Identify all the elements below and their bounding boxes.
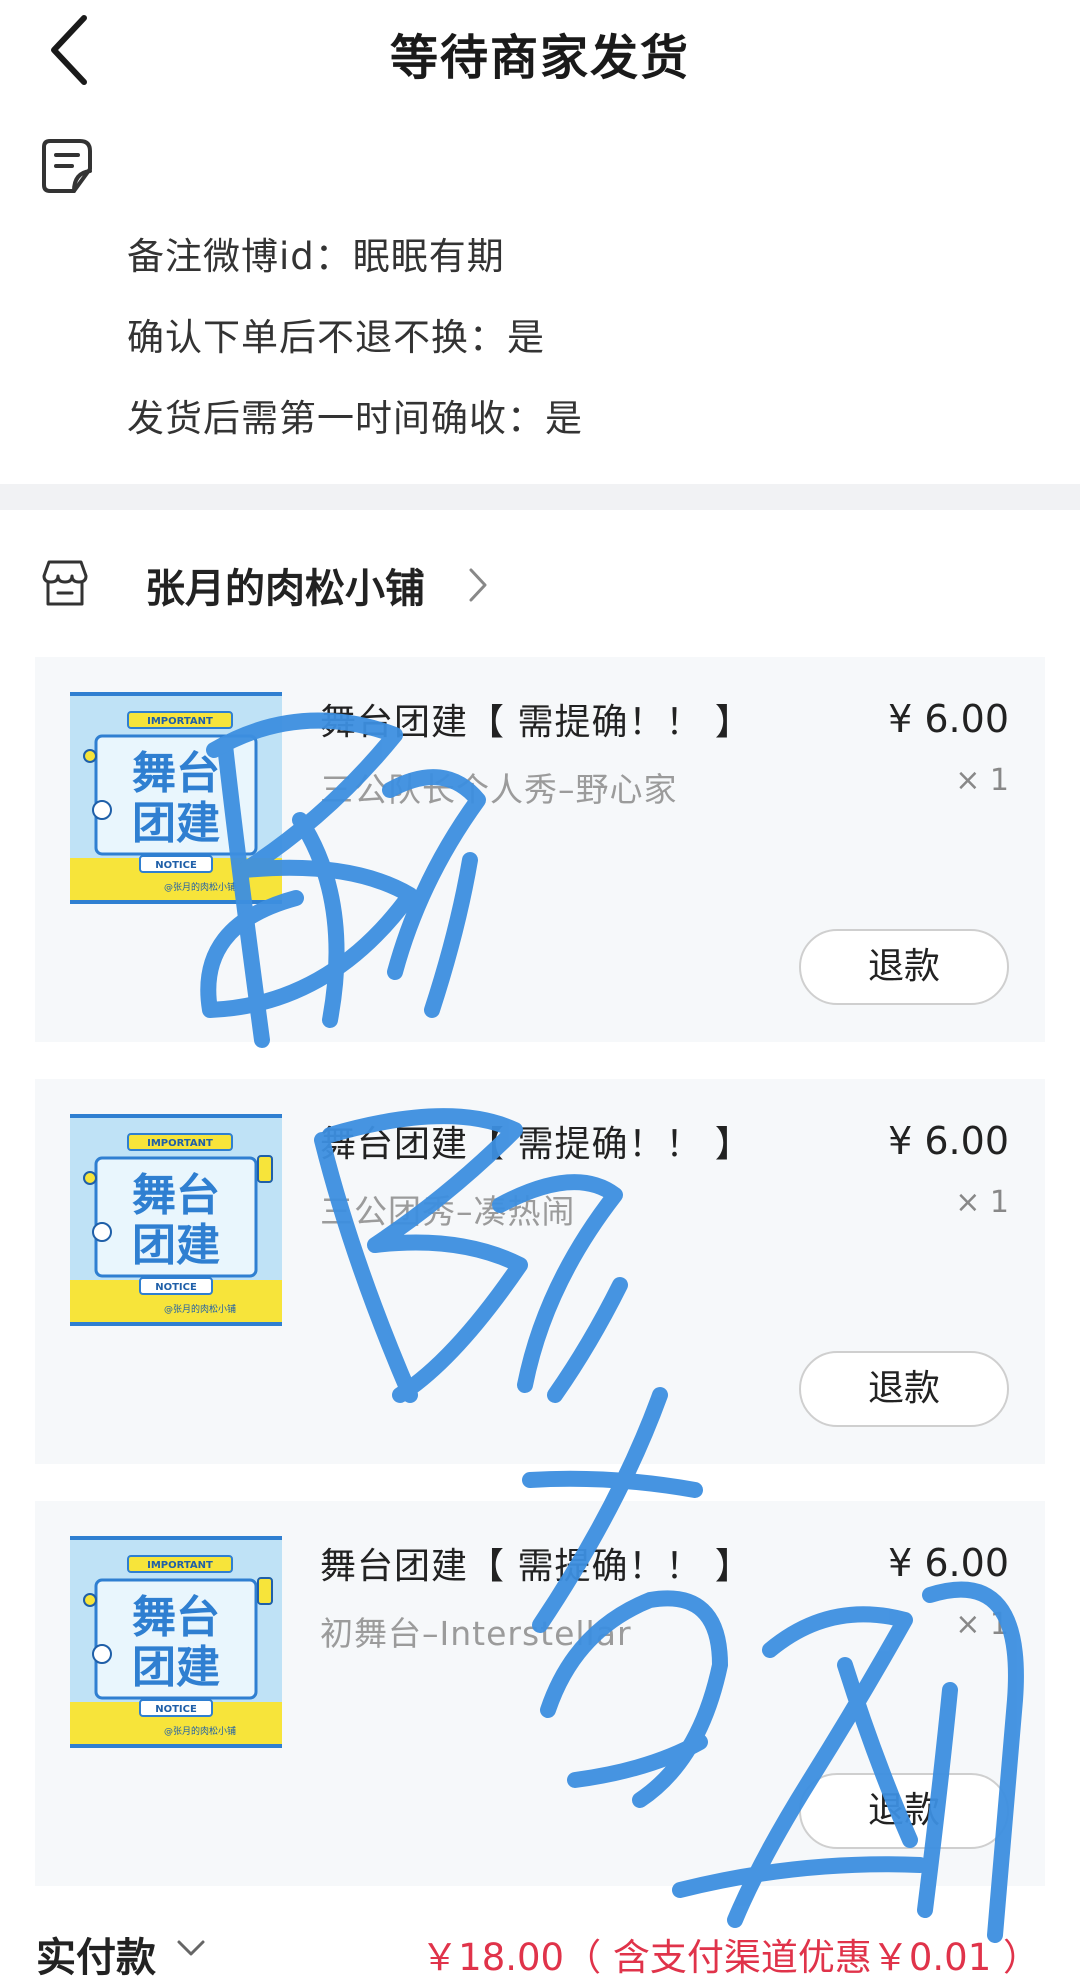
refund-button[interactable]: 退款 [799, 1773, 1009, 1849]
memo-icon [42, 139, 92, 193]
shop-name: 张月的肉松小铺 [145, 566, 425, 612]
thumb-important-label: IMPORTANT [147, 716, 213, 727]
thumb-title-line2: 团建 [132, 1220, 220, 1271]
thumb-notice-label: NOTICE [155, 1704, 197, 1715]
refund-button[interactable]: 退款 [799, 1351, 1009, 1427]
memo-line-no-return: 确认下单后不退不换：是 [127, 316, 545, 359]
item-variant: 三公队长个人秀–野心家 [320, 770, 678, 809]
order-item-card: IMPORTANT 舞台 团建 NOTICE @张月的肉松小铺 舞台团建【 需提… [35, 1501, 1045, 1886]
item-name: 舞台团建【 需提确！！ 】 [320, 1124, 752, 1165]
shop-icon [42, 560, 88, 606]
item-name: 舞台团建【 需提确！！ 】 [320, 702, 752, 743]
item-price: ¥ 6.00 [888, 1119, 1009, 1163]
thumb-shop-label: @张月的肉松小铺 [164, 1725, 236, 1737]
shop-link[interactable]: 张月的肉松小铺 [0, 548, 1080, 618]
thumb-title-line1: 舞台 [132, 748, 220, 799]
item-quantity: × 1 [955, 1607, 1009, 1642]
thumb-shop-label: @张月的肉松小铺 [164, 881, 236, 893]
thumb-notice-label: NOTICE [155, 1282, 197, 1293]
order-item-card: IMPORTANT 舞台 团建 NOTICE @张月的肉松小铺 舞台团建【 需提… [35, 1079, 1045, 1464]
chevron-right-icon [469, 568, 487, 602]
item-variant: 初舞台–Interstellar [320, 1614, 632, 1653]
item-price: ¥ 6.00 [888, 1541, 1009, 1585]
item-quantity: × 1 [955, 763, 1009, 798]
chevron-down-icon[interactable] [176, 1937, 206, 1959]
product-thumbnail[interactable]: IMPORTANT 舞台 团建 NOTICE @张月的肉松小铺 [70, 1536, 282, 1748]
thumb-title-line2: 团建 [132, 1642, 220, 1693]
product-thumbnail[interactable]: IMPORTANT 舞台 团建 NOTICE @张月的肉松小铺 [70, 1114, 282, 1326]
thumb-title-line2: 团建 [132, 798, 220, 849]
section-divider [0, 484, 1080, 510]
total-payment-amount: ￥18.00（ 含支付渠道优惠￥0.01 ） [421, 1936, 1040, 1979]
thumb-shop-label: @张月的肉松小铺 [164, 1303, 236, 1315]
total-payment-row: 实付款 ￥18.00（ 含支付渠道优惠￥0.01 ） [0, 1925, 1080, 1980]
refund-button[interactable]: 退款 [799, 929, 1009, 1005]
thumb-title-line1: 舞台 [132, 1592, 220, 1643]
item-name: 舞台团建【 需提确！！ 】 [320, 1546, 752, 1587]
memo-line-confirm-receipt: 发货后需第一时间确收：是 [127, 397, 583, 440]
thumb-important-label: IMPORTANT [147, 1560, 213, 1571]
thumb-title-line1: 舞台 [132, 1170, 220, 1221]
item-price: ¥ 6.00 [888, 697, 1009, 741]
memo-line-weibo-id: 备注微博id：眠眠有期 [127, 235, 505, 278]
item-quantity: × 1 [955, 1185, 1009, 1220]
thumb-notice-label: NOTICE [155, 860, 197, 871]
product-thumbnail[interactable]: IMPORTANT 舞台 团建 NOTICE @张月的肉松小铺 [70, 692, 282, 904]
total-payment-label[interactable]: 实付款 [36, 1925, 156, 1980]
thumb-important-label: IMPORTANT [147, 1138, 213, 1149]
page-title: 等待商家发货 [389, 30, 690, 86]
item-variant: 三公团秀–凑热闹 [320, 1192, 576, 1231]
header: 等待商家发货 [0, 0, 1080, 100]
order-item-card: IMPORTANT 舞台 团建 NOTICE @张月的肉松小铺 舞台团建【 需提… [35, 657, 1045, 1042]
